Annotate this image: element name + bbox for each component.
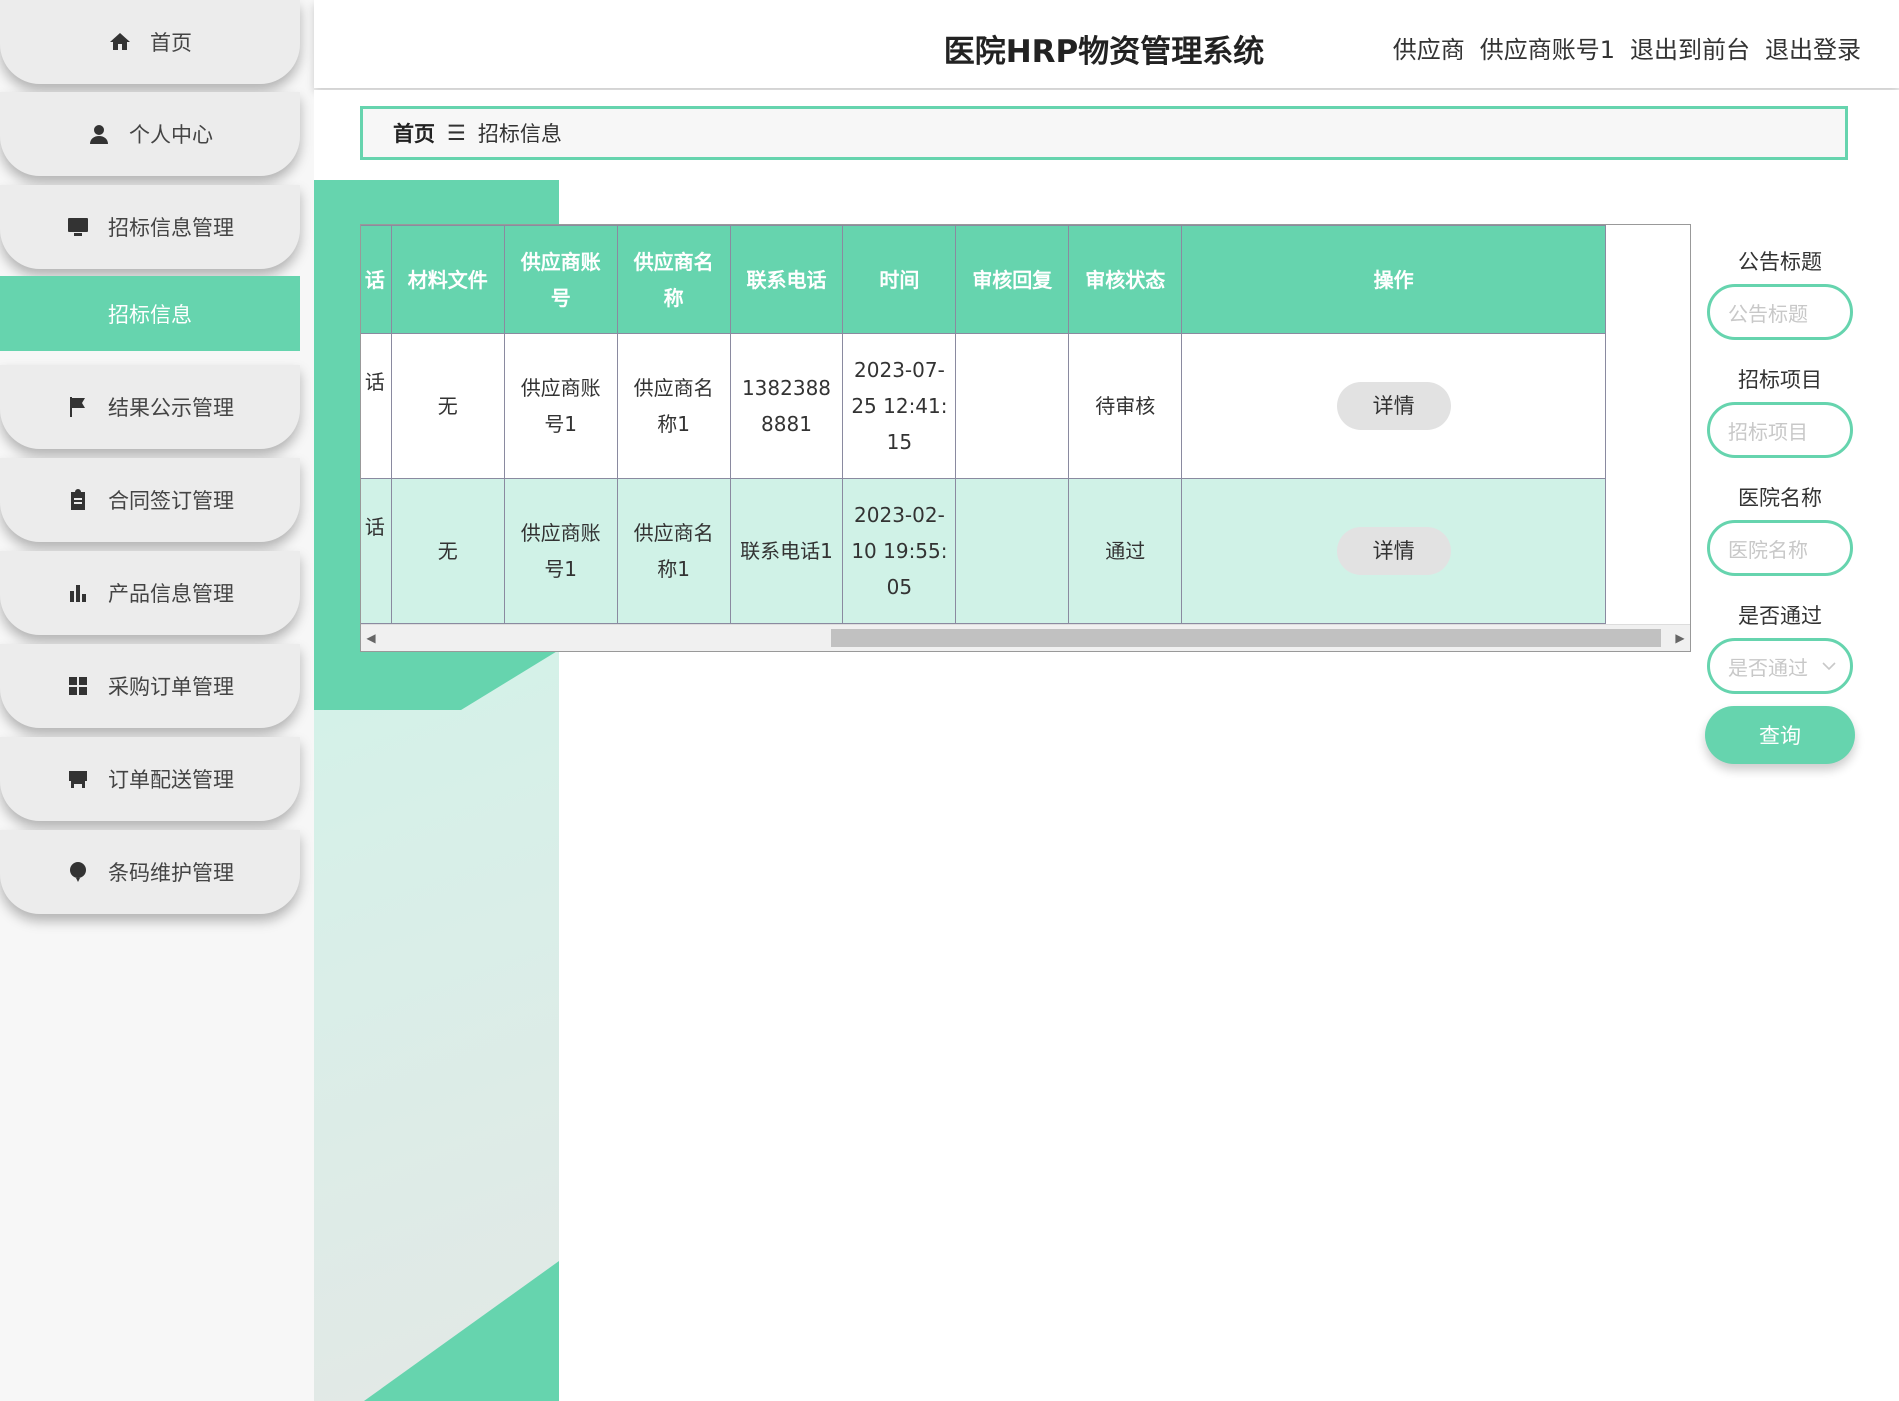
pass-select[interactable]: 是否通过 <box>1707 638 1853 694</box>
table-cell: 通过 <box>1068 478 1183 624</box>
table-cell: 详情 <box>1181 333 1606 479</box>
column-header: 审核回复 <box>955 225 1070 334</box>
table-cell: 详情 <box>1181 478 1606 624</box>
column-header: 材料文件 <box>390 225 505 334</box>
chevron-down-icon <box>1822 662 1836 671</box>
bar-chart-icon <box>70 585 86 602</box>
header-user-area: 供应商 供应商账号1 退出到前台 退出登录 <box>1393 30 1861 65</box>
table-cell: 供应商名称1 <box>616 333 731 479</box>
sidebar-item-result-publicity[interactable]: 结果公示管理 <box>0 365 300 449</box>
scrollbar-thumb[interactable] <box>831 629 1661 647</box>
table-row: 话 无 供应商账号1 供应商名称1 联系电话1 2023-02-10 19:55… <box>361 478 1606 624</box>
pass-label: 是否通过 <box>1738 604 1822 628</box>
hospital-input[interactable]: 医院名称 <box>1707 520 1853 576</box>
breadcrumb-home[interactable]: 首页 <box>393 118 435 148</box>
detail-button[interactable]: 详情 <box>1336 527 1451 575</box>
home-icon <box>110 33 130 50</box>
column-header: 操作 <box>1181 225 1606 334</box>
sidebar: 首页 个人中心 招标信息管理 招标信息 结果公示管理 合同签订管理 产品信息管理… <box>0 0 300 1401</box>
table-cell: 13823888881 <box>729 333 844 479</box>
table-cell <box>955 333 1070 479</box>
query-button[interactable]: 查询 <box>1705 706 1855 764</box>
breadcrumb-current: 招标信息 <box>477 122 562 146</box>
column-header: 联系电话 <box>729 225 844 334</box>
scroll-left-icon[interactable]: ◀ <box>361 625 381 651</box>
sidebar-item-label: 产品信息管理 <box>108 582 234 606</box>
sidebar-item-label: 首页 <box>150 31 192 55</box>
detail-button[interactable]: 详情 <box>1336 382 1451 430</box>
sidebar-subitem-label: 招标信息 <box>108 302 192 327</box>
breadcrumb-separator-icon: ☰ <box>447 121 466 145</box>
sidebar-item-label: 招标信息管理 <box>108 216 234 240</box>
table-cell: 无 <box>390 333 505 479</box>
pass-select-value: 是否通过 <box>1728 655 1808 680</box>
logout-link[interactable]: 退出登录 <box>1765 30 1861 65</box>
sidebar-item-purchase-order[interactable]: 采购订单管理 <box>0 644 300 728</box>
user-account: 供应商账号1 <box>1479 36 1615 64</box>
column-header: 供应商账号 <box>503 225 618 334</box>
sidebar-subitem-tender-info[interactable]: 招标信息 <box>0 276 300 351</box>
sidebar-item-product[interactable]: 产品信息管理 <box>0 551 300 635</box>
user-role: 供应商 <box>1392 36 1465 64</box>
sidebar-item-label: 结果公示管理 <box>108 396 234 420</box>
column-header: 审核状态 <box>1068 225 1183 334</box>
table-cell: 2023-07-25 12:41:15 <box>842 333 957 479</box>
hospital-label: 医院名称 <box>1738 486 1822 510</box>
store-icon <box>69 771 87 788</box>
title-label: 公告标题 <box>1738 250 1822 274</box>
table-header-row: 话 材料文件 供应商账号 供应商名称 联系电话 时间 审核回复 审核状态 操作 <box>361 225 1606 334</box>
monitor-icon <box>68 218 88 236</box>
sidebar-item-label: 合同签订管理 <box>108 489 234 513</box>
table-cell: 话 <box>361 333 392 479</box>
table-cell: 供应商名称1 <box>616 478 731 624</box>
sidebar-item-barcode[interactable]: 条码维护管理 <box>0 830 300 914</box>
sidebar-item-label: 采购订单管理 <box>108 675 234 699</box>
grid-icon <box>69 677 87 695</box>
table-cell: 话 <box>361 478 392 624</box>
search-panel: 公告标题 公告标题 招标项目 招标项目 医院名称 医院名称 是否通过 是否通过 … <box>1705 240 1855 764</box>
scroll-right-icon[interactable]: ▶ <box>1670 625 1690 651</box>
sidebar-item-contract[interactable]: 合同签订管理 <box>0 458 300 542</box>
column-header: 话 <box>361 225 392 334</box>
sidebar-item-profile[interactable]: 个人中心 <box>0 92 300 176</box>
project-input[interactable]: 招标项目 <box>1707 402 1853 458</box>
sidebar-item-home[interactable]: 首页 <box>0 0 300 84</box>
sidebar-item-label: 个人中心 <box>129 123 213 147</box>
table-cell: 供应商账号1 <box>503 478 618 624</box>
title-input[interactable]: 公告标题 <box>1707 284 1853 340</box>
sidebar-item-tender-management[interactable]: 招标信息管理 <box>0 185 300 269</box>
top-header: 医院HRP物资管理系统 供应商 供应商账号1 退出到前台 退出登录 <box>314 0 1899 88</box>
flag-icon <box>70 397 85 417</box>
sidebar-item-label: 条码维护管理 <box>108 861 234 885</box>
sidebar-item-delivery[interactable]: 订单配送管理 <box>0 737 300 821</box>
horizontal-scrollbar[interactable]: ◀ ▶ <box>361 624 1690 651</box>
main-content: 首页 ☰ 招标信息 话 材料文件 供应商账号 供应商名称 联系电话 时间 审核回… <box>314 90 1899 1401</box>
table-cell: 待审核 <box>1068 333 1183 479</box>
table-cell: 联系电话1 <box>729 478 844 624</box>
tender-table: 话 材料文件 供应商账号 供应商名称 联系电话 时间 审核回复 审核状态 操作 … <box>360 224 1691 652</box>
person-icon <box>90 125 108 144</box>
table-cell: 2023-02-10 19:55:05 <box>842 478 957 624</box>
column-header: 时间 <box>842 225 957 334</box>
balloon-icon <box>70 862 86 882</box>
clipboard-icon <box>71 489 85 510</box>
sidebar-item-label: 订单配送管理 <box>108 768 234 792</box>
table-cell: 供应商账号1 <box>503 333 618 479</box>
table-row: 话 无 供应商账号1 供应商名称1 13823888881 2023-07-25… <box>361 333 1606 479</box>
breadcrumb: 首页 ☰ 招标信息 <box>360 106 1848 160</box>
table-cell <box>955 478 1070 624</box>
column-header: 供应商名称 <box>616 225 731 334</box>
project-label: 招标项目 <box>1738 368 1822 392</box>
table-cell: 无 <box>390 478 505 624</box>
exit-to-front-link[interactable]: 退出到前台 <box>1630 30 1750 65</box>
